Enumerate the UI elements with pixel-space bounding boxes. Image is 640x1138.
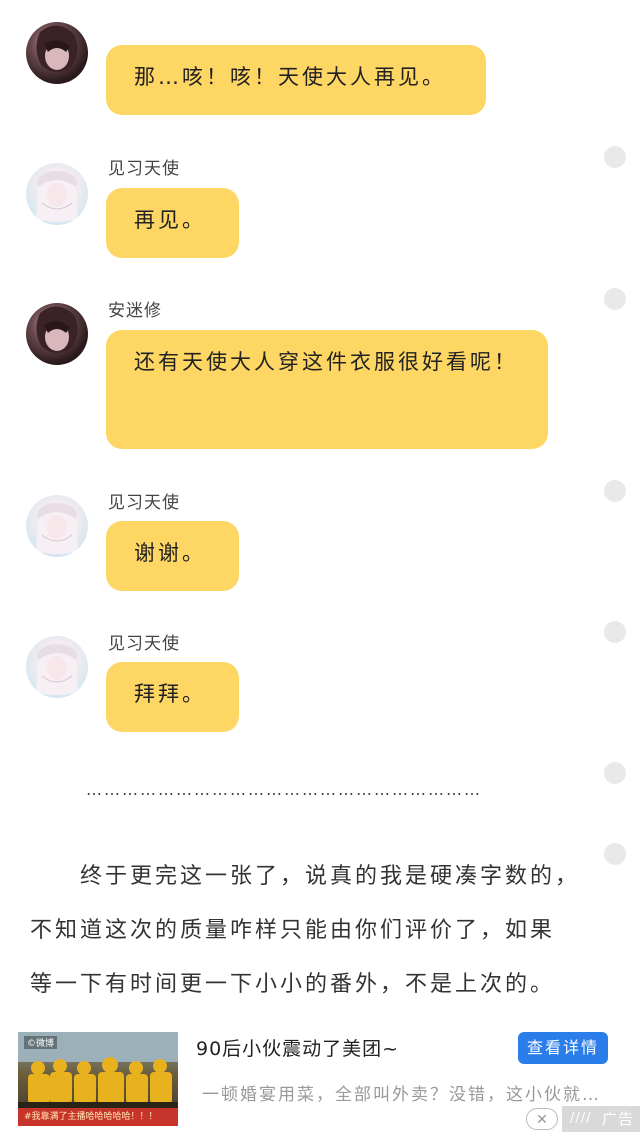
avatar-angel[interactable] [26, 636, 88, 698]
avatar-angel[interactable] [26, 495, 88, 557]
author-note-line: 终于更完这一张了，说真的我是硬凑字数的， [80, 864, 581, 889]
ad-label: //// 广告 [562, 1106, 640, 1132]
view-details-button[interactable]: 查看详情 [518, 1032, 608, 1064]
ad-thumb-caption: #我靠满了主播哈哈哈哈哈！！！ [18, 1108, 178, 1126]
author-note: 终于更完这一张了，说真的我是硬凑字数的， 不知道这次的质量咋样只能由你们评价了，… [30, 850, 590, 1012]
speaker-name: 见习天使 [108, 634, 180, 654]
divider-ellipsis: ………………………………………………………… [86, 780, 482, 799]
speaker-name: 见习天使 [108, 159, 180, 179]
speaker-name: 安迷修 [108, 301, 162, 321]
ad-thumb-tag: ©微博 [24, 1036, 58, 1049]
author-note-line: 不知道这次的质量咋样只能由你们评价了，如果 [30, 918, 556, 943]
message-bubble: 那…咳！咳！天使大人再见。 [106, 45, 486, 115]
ad-label-text: 广告 [601, 1110, 634, 1128]
ad-description[interactable]: 一顿婚宴用菜，全部叫外卖？没错，这小伙就… [202, 1080, 612, 1105]
message-dot[interactable] [604, 762, 626, 784]
ad-thumbnail[interactable]: ©微博 #我靠满了主播哈哈哈哈哈！！！ [18, 1032, 178, 1126]
ad-banner[interactable]: ©微博 #我靠满了主播哈哈哈哈哈！！！ 90后小伙震动了美团~ 查看详情 一顿婚… [0, 1020, 640, 1138]
avatar-angel[interactable] [26, 163, 88, 225]
avatar-anmixiu[interactable] [26, 22, 88, 84]
message-dot[interactable] [604, 621, 626, 643]
message-bubble: 再见。 [106, 188, 239, 258]
message-bubble: 还有天使大人穿这件衣服很好看呢！ [106, 330, 548, 449]
message-bubble: 谢谢。 [106, 521, 239, 591]
message-dot[interactable] [604, 843, 626, 865]
message-dot[interactable] [604, 288, 626, 310]
message-dot[interactable] [604, 146, 626, 168]
ad-title[interactable]: 90后小伙震动了美团~ [196, 1034, 399, 1061]
close-icon[interactable]: ✕ [526, 1108, 558, 1130]
avatar-anmixiu[interactable] [26, 303, 88, 365]
ad-logo-icon: //// [570, 1111, 592, 1126]
speaker-name: 见习天使 [108, 493, 180, 513]
message-dot[interactable] [604, 480, 626, 502]
message-bubble: 拜拜。 [106, 662, 239, 732]
author-note-line: 等一下有时间更一下小小的番外，不是上次的。 [30, 972, 556, 997]
